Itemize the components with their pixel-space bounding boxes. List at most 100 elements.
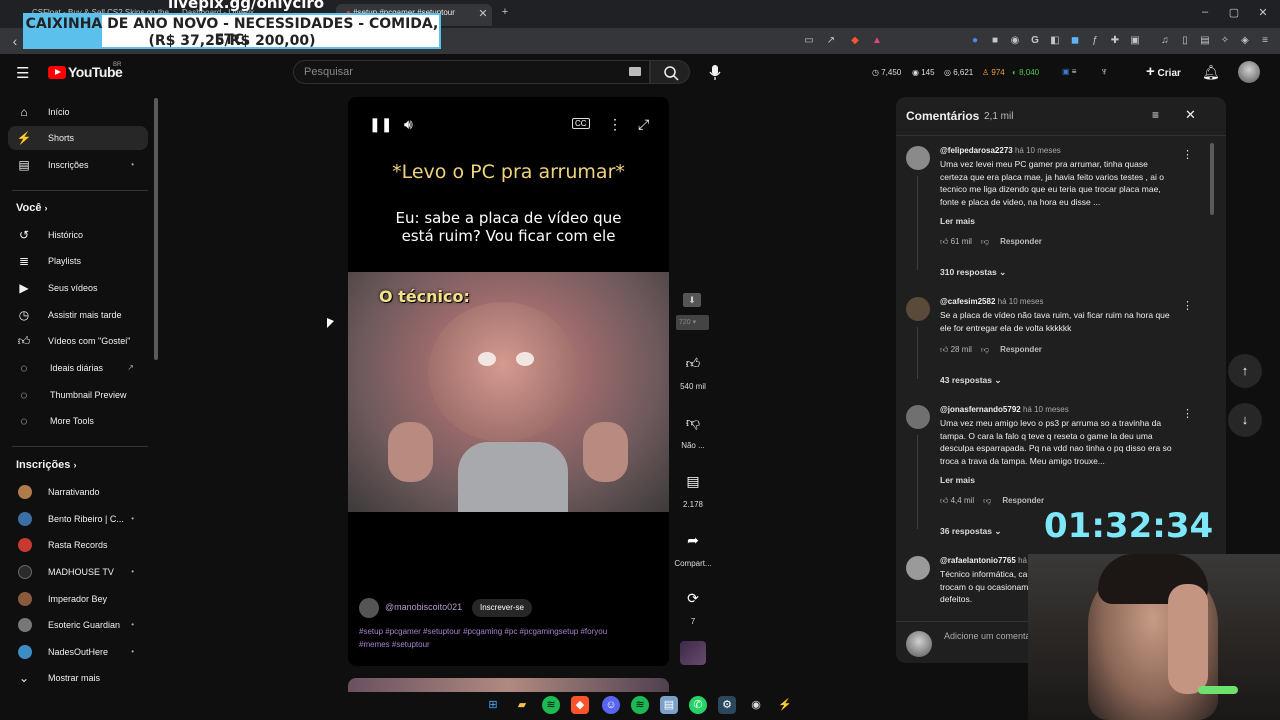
whatsapp-icon[interactable]: ✆ (689, 696, 707, 714)
sidebar-item-home[interactable]: ⌂ Início (8, 100, 148, 124)
subscription-item[interactable]: Narrativando (8, 480, 148, 504)
thumbs-up-icon[interactable]: 👍︎ (940, 237, 948, 246)
avatar[interactable] (1238, 61, 1260, 83)
section-subscriptions[interactable]: Inscrições › (16, 459, 76, 471)
hashtags[interactable]: #setup #pcgamer #setuptour #pcgaming #pc… (359, 625, 659, 651)
brave-shield-icon[interactable]: ◆ (848, 34, 862, 48)
trophy-icon[interactable]: ♆ (1100, 66, 1108, 78)
subscription-item[interactable]: Imperador Bey (8, 587, 148, 611)
search-button[interactable] (650, 60, 690, 84)
avatar[interactable] (906, 556, 930, 580)
subscribe-button[interactable]: Inscrever-se (472, 599, 532, 617)
sidebar-item-watch-later[interactable]: ◷ Assistir mais tarde (8, 303, 148, 327)
install-icon[interactable]: ▭ (802, 34, 816, 48)
captions-icon[interactable]: CC (572, 118, 590, 129)
remix-button[interactable]: ⟳ 7 (672, 583, 714, 626)
app-icon[interactable]: ⚡ (776, 696, 794, 714)
new-tab-button[interactable]: + (498, 6, 512, 18)
spotify-icon[interactable]: ≋ (631, 696, 649, 714)
hashtags-line[interactable]: #memes #setuptour (359, 638, 659, 651)
obs-icon[interactable]: ◉ (747, 696, 765, 714)
back-icon[interactable]: ‹ (8, 33, 22, 49)
next-short-preview[interactable] (348, 678, 669, 692)
thumbs-down-icon[interactable]: 👎︎ (981, 345, 989, 354)
subscription-item[interactable]: Bento Ribeiro | C... • (8, 507, 148, 531)
file-explorer-icon[interactable]: ▰ (513, 696, 531, 714)
media-icon[interactable]: ♫ (1158, 34, 1172, 48)
replies-toggle[interactable]: 36 respostas ⌄ (940, 526, 1001, 537)
comment-username[interactable]: @felipedarosa2273 (940, 146, 1013, 155)
replies-toggle[interactable]: 310 respostas ⌄ (940, 267, 1006, 278)
comment-author[interactable]: @cafesim2582 há 10 meses (940, 297, 1043, 306)
next-short-button[interactable]: ↓ (1228, 403, 1262, 437)
reply-button[interactable]: Responder (1000, 237, 1042, 246)
close-tab-icon[interactable]: ✕ (476, 7, 490, 20)
more-options-icon[interactable]: ⋮ (1182, 148, 1193, 161)
extension-g-icon[interactable]: G (1028, 34, 1042, 48)
maximize-button[interactable]: ▢ (1227, 6, 1241, 19)
thumbs-down-icon[interactable]: 👎︎ (983, 496, 991, 505)
share-icon[interactable]: ↗ (824, 34, 838, 48)
comments-button[interactable]: ▤ 2.178 (672, 466, 714, 509)
comment-username[interactable]: @rafaelantonio7765 (940, 556, 1016, 565)
more-options-icon[interactable]: ⋮ (1182, 407, 1193, 420)
brave-icon[interactable]: ◆ (571, 696, 589, 714)
channel-name[interactable]: @manobiscoito021 (385, 602, 462, 612)
thumbs-up-icon[interactable]: 👍︎ (940, 345, 948, 354)
subscription-item[interactable]: MADHOUSE TV • (8, 560, 148, 584)
extension-icon[interactable]: ◧ (1048, 34, 1062, 48)
volume-icon[interactable]: 🔊︎ (404, 116, 413, 133)
thumbs-up-icon[interactable]: 👍︎ (940, 496, 948, 505)
sort-icon[interactable]: ≡ (1152, 108, 1159, 122)
spotify-icon[interactable]: ≋ (542, 696, 560, 714)
comment-author[interactable]: @felipedarosa2273 há 10 meses (940, 146, 1061, 155)
read-more-link[interactable]: Ler mais (940, 216, 975, 226)
more-options-icon[interactable]: ⋮ (608, 116, 622, 133)
thumbs-down-icon[interactable]: 👎︎ (981, 237, 989, 246)
extension-icon[interactable]: ◼ (1068, 34, 1082, 48)
reply-button[interactable]: Responder (1000, 345, 1042, 354)
create-button[interactable]: + Criar (1140, 62, 1187, 82)
comment-author[interactable]: @jonasfernando5792 há 10 meses (940, 405, 1069, 414)
youtube-logo-icon[interactable] (48, 66, 66, 79)
comment-author[interactable]: @rafaelantonio7765 há (940, 556, 1027, 565)
sidebar-item-thumbnail-preview[interactable]: ◌ Thumbnail Preview (8, 383, 148, 407)
sidebar-item-history[interactable]: ↺ Histórico (8, 223, 148, 247)
close-window-button[interactable]: ✕ (1256, 6, 1270, 19)
avatar[interactable] (906, 146, 930, 170)
extension-icon[interactable]: ■ (988, 34, 1002, 48)
voice-search-button[interactable] (700, 60, 730, 84)
more-options-icon[interactable]: ⋮ (1182, 299, 1193, 312)
menu-icon[interactable]: ≡ (1258, 34, 1272, 48)
sound-thumbnail[interactable] (680, 641, 706, 665)
discord-icon[interactable]: ☺ (602, 696, 620, 714)
sidebar-scrollbar[interactable] (154, 98, 158, 360)
windows-start-icon[interactable]: ⊞ (484, 696, 502, 714)
pause-icon[interactable]: ❚❚ (369, 116, 392, 133)
extension-icon[interactable]: ▣ (1128, 34, 1142, 48)
sidebar-item-liked[interactable]: 👍︎ Vídeos com "Gostei" (8, 329, 148, 353)
vpn-icon[interactable]: ◈ (1238, 34, 1252, 48)
section-you[interactable]: Você › (16, 202, 48, 214)
sidebar-item-subscriptions[interactable]: ▤ Inscrições • (8, 153, 148, 177)
extension-icon[interactable]: ◉ (1008, 34, 1022, 48)
notepad-icon[interactable]: ▤ (660, 696, 678, 714)
show-more-button[interactable]: ⌄ Mostrar mais (8, 666, 148, 690)
keyboard-icon[interactable] (629, 67, 641, 76)
channel-avatar[interactable] (359, 598, 379, 618)
notifications-bell-icon[interactable]: 🔔︎ (1202, 64, 1220, 81)
minimize-button[interactable]: – (1198, 6, 1212, 18)
extension-icon[interactable]: ● (968, 34, 982, 48)
extension-icon[interactable]: ƒ (1088, 34, 1102, 48)
avatar[interactable] (906, 297, 930, 321)
fullscreen-icon[interactable]: ⤢ (638, 116, 649, 133)
sidebar-item-your-videos[interactable]: ▶ Seus vídeos (8, 276, 148, 300)
sidebar-item-playlists[interactable]: ≣ Playlists (8, 249, 148, 273)
share-button[interactable]: ➦ Compart... (672, 525, 714, 568)
read-more-link[interactable]: Ler mais (940, 475, 975, 485)
quality-select[interactable]: 720 ▾ (676, 315, 709, 330)
comments-scrollbar[interactable] (1210, 143, 1214, 215)
extension-badge-icon[interactable]: ▣ ≡ (1062, 67, 1076, 76)
comment-username[interactable]: @cafesim2582 (940, 297, 995, 306)
leo-icon[interactable]: ✧ (1218, 34, 1232, 48)
